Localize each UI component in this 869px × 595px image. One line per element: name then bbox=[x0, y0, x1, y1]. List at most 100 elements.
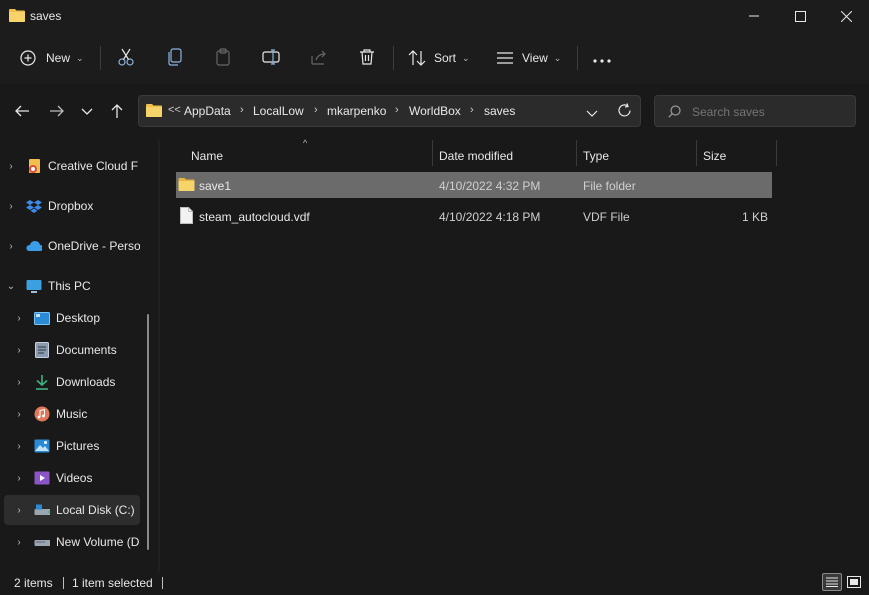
address-dropdown-button[interactable] bbox=[586, 107, 598, 121]
folder-icon bbox=[9, 8, 25, 25]
sort-icon bbox=[408, 50, 426, 66]
videos-icon bbox=[34, 470, 50, 486]
file-date: 4/10/2022 4:18 PM bbox=[439, 210, 541, 224]
nav-item-onedrive[interactable]: › OneDrive - Perso bbox=[4, 231, 140, 261]
chevron-right-icon[interactable]: › bbox=[12, 377, 26, 388]
breadcrumb-saves[interactable]: saves bbox=[484, 104, 515, 118]
folder-icon bbox=[146, 103, 162, 120]
nav-item-documents[interactable]: › Documents bbox=[12, 335, 140, 365]
nav-item-this-pc[interactable]: ⌄ This PC bbox=[4, 271, 140, 301]
delete-button[interactable] bbox=[358, 48, 376, 69]
chevron-right-icon[interactable]: › bbox=[12, 345, 26, 356]
chevron-right-icon[interactable]: › bbox=[12, 537, 26, 548]
column-header-name[interactable]: Name bbox=[191, 146, 223, 166]
maximize-button[interactable] bbox=[777, 0, 823, 32]
new-button[interactable]: New ⌄ bbox=[20, 44, 84, 72]
chevron-right-icon[interactable]: › bbox=[12, 441, 26, 452]
chevron-right-icon[interactable]: › bbox=[12, 505, 26, 516]
nav-item-videos[interactable]: › Videos bbox=[12, 463, 140, 493]
breadcrumb-worldbox[interactable]: WorldBox bbox=[409, 104, 461, 118]
nav-scrollbar[interactable] bbox=[147, 314, 149, 550]
divider bbox=[100, 46, 101, 70]
this-pc-icon bbox=[26, 278, 42, 294]
breadcrumb-overflow[interactable]: << bbox=[168, 104, 181, 116]
chevron-right-icon[interactable]: › bbox=[240, 104, 244, 116]
breadcrumb-mkarpenko[interactable]: mkarpenko bbox=[327, 104, 386, 118]
cut-button[interactable] bbox=[117, 48, 135, 69]
chevron-right-icon[interactable]: › bbox=[395, 104, 399, 116]
column-divider[interactable] bbox=[696, 140, 697, 166]
new-label: New bbox=[46, 51, 71, 65]
nav-label: Desktop bbox=[56, 311, 101, 325]
chevron-right-icon[interactable]: › bbox=[4, 241, 18, 252]
back-button[interactable] bbox=[14, 104, 30, 121]
file-date: 4/10/2022 4:32 PM bbox=[439, 179, 541, 193]
selection-count: 1 item selected bbox=[72, 576, 153, 590]
nav-item-music[interactable]: › Music bbox=[12, 399, 140, 429]
view-button[interactable]: View ⌄ bbox=[496, 44, 561, 72]
file-row[interactable]: steam_autocloud.vdf 4/10/2022 4:18 PM VD… bbox=[176, 203, 772, 229]
close-icon bbox=[840, 10, 852, 22]
nav-item-new-volume[interactable]: › New Volume (D bbox=[12, 527, 140, 557]
nav-item-creative-cloud[interactable]: › Creative Cloud F bbox=[4, 151, 140, 181]
minimize-button[interactable] bbox=[731, 0, 777, 32]
details-view-button[interactable] bbox=[822, 573, 842, 591]
column-header-size[interactable]: Size bbox=[703, 146, 726, 166]
nav-item-dropbox[interactable]: › Dropbox bbox=[4, 191, 140, 221]
sort-button[interactable]: Sort ⌄ bbox=[408, 44, 470, 72]
recent-locations-button[interactable] bbox=[81, 106, 93, 120]
nav-label: Dropbox bbox=[48, 199, 94, 213]
view-icon bbox=[497, 52, 513, 64]
copy-button[interactable] bbox=[166, 48, 184, 69]
music-icon bbox=[34, 406, 50, 422]
chevron-right-icon[interactable]: › bbox=[314, 104, 318, 116]
breadcrumb-locallow[interactable]: LocalLow bbox=[253, 104, 304, 118]
forward-button[interactable] bbox=[49, 104, 65, 121]
divider bbox=[577, 46, 578, 70]
column-header-date[interactable]: Date modified bbox=[439, 146, 513, 166]
chevron-right-icon[interactable]: › bbox=[4, 201, 18, 212]
status-divider bbox=[162, 577, 163, 589]
column-divider[interactable] bbox=[432, 140, 433, 166]
cut-icon bbox=[118, 48, 134, 66]
nav-item-pictures[interactable]: › Pictures bbox=[12, 431, 140, 461]
chevron-right-icon[interactable]: › bbox=[12, 473, 26, 484]
rename-button[interactable] bbox=[262, 48, 280, 69]
breadcrumb-appdata[interactable]: AppData bbox=[184, 104, 231, 118]
close-button[interactable] bbox=[823, 0, 869, 32]
chevron-right-icon[interactable]: › bbox=[12, 313, 26, 324]
more-button[interactable] bbox=[593, 53, 611, 67]
onedrive-icon bbox=[26, 238, 42, 254]
chevron-right-icon[interactable]: › bbox=[470, 104, 474, 116]
column-divider[interactable] bbox=[576, 140, 577, 166]
nav-item-downloads[interactable]: › Downloads bbox=[12, 367, 140, 397]
file-type: File folder bbox=[583, 179, 636, 193]
paste-button[interactable] bbox=[214, 48, 232, 69]
file-icon bbox=[180, 207, 193, 227]
refresh-icon bbox=[618, 103, 631, 117]
nav-item-local-disk[interactable]: › Local Disk (C:) bbox=[4, 495, 140, 525]
search-input[interactable] bbox=[690, 101, 849, 123]
column-header-type[interactable]: Type bbox=[583, 146, 609, 166]
up-button[interactable] bbox=[110, 103, 124, 122]
file-size: 1 KB bbox=[741, 210, 768, 224]
chevron-down-icon: ⌄ bbox=[553, 52, 562, 63]
column-divider[interactable] bbox=[776, 140, 777, 166]
refresh-button[interactable] bbox=[617, 103, 632, 121]
more-icon bbox=[593, 59, 611, 63]
file-row[interactable]: save1 4/10/2022 4:32 PM File folder bbox=[176, 172, 772, 198]
nav-label: Pictures bbox=[56, 439, 100, 453]
chevron-down-icon: ⌄ bbox=[462, 52, 470, 63]
arrow-right-icon bbox=[50, 105, 64, 117]
chevron-right-icon[interactable]: › bbox=[12, 409, 26, 420]
creative-cloud-icon bbox=[26, 158, 42, 174]
share-button[interactable] bbox=[310, 48, 328, 69]
chevron-down-icon[interactable]: ⌄ bbox=[4, 281, 18, 292]
chevron-right-icon[interactable]: › bbox=[4, 161, 18, 172]
nav-item-desktop[interactable]: › Desktop bbox=[12, 303, 140, 333]
thumbnail-view-button[interactable] bbox=[844, 573, 864, 591]
details-view-icon bbox=[826, 577, 838, 587]
nav-label: OneDrive - Perso bbox=[48, 239, 140, 253]
folder-icon bbox=[178, 177, 195, 194]
sort-label: Sort bbox=[434, 51, 457, 65]
